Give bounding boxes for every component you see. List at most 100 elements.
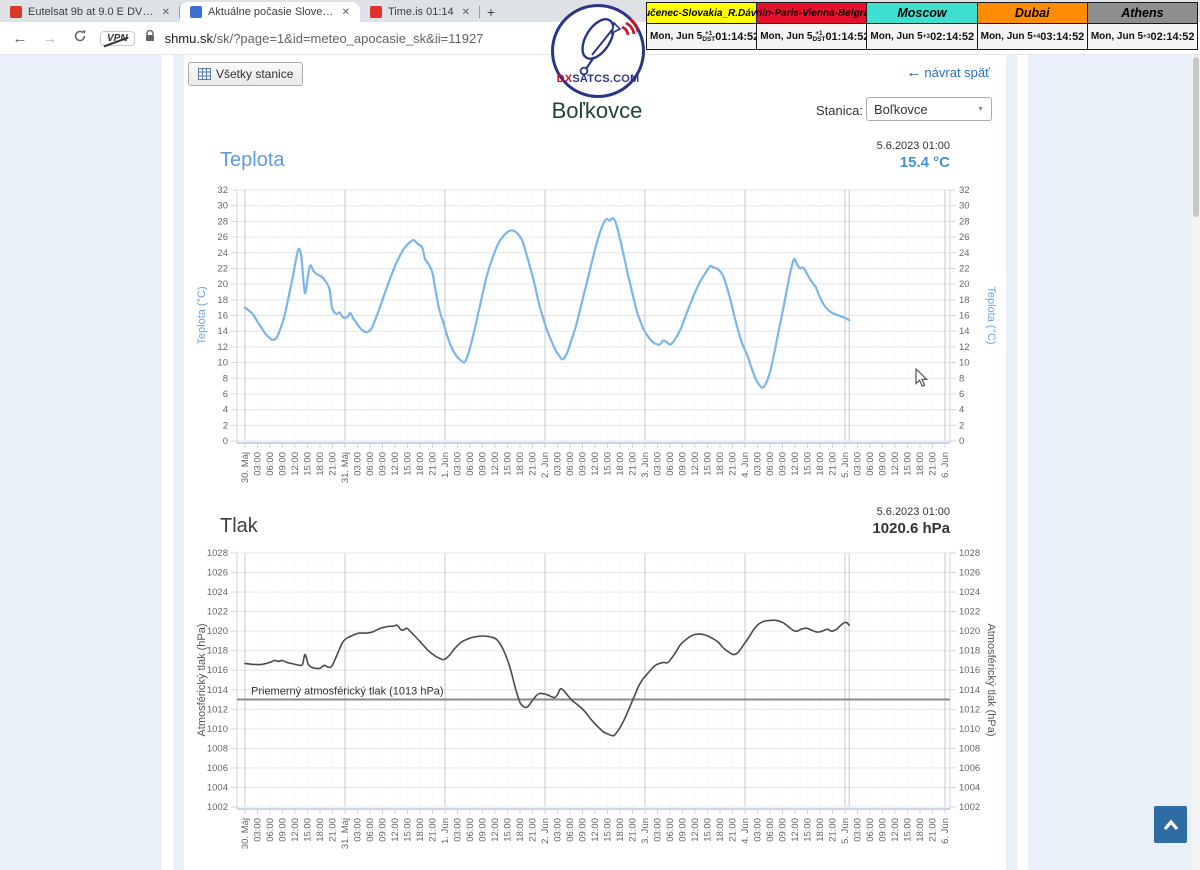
svg-text:5. Jún: 5. Jún (840, 818, 851, 844)
svg-text:1012: 1012 (959, 704, 980, 715)
clock-time: 02:14:52 (1150, 31, 1194, 43)
dxsatcs-logo[interactable]: DXSATCS.COM (551, 4, 645, 98)
address-bar[interactable]: shmu.sk/sk/?page=1&id=meteo_apocasie_sk&… (165, 31, 484, 46)
mouse-cursor (915, 368, 929, 393)
browser-scrollbar[interactable] (1192, 55, 1200, 870)
clock-cell[interactable]: Lučenec-Slovakia_R.DávidMon, Jun 5+1DST0… (647, 3, 757, 49)
svg-text:21:00: 21:00 (728, 452, 739, 476)
svg-text:06:00: 06:00 (365, 818, 376, 842)
url-host: shmu.sk (165, 31, 213, 46)
svg-text:Atmosférický tlak (hPa): Atmosférický tlak (hPa) (196, 623, 208, 736)
clock-cell[interactable]: Berlin-Paris-Vienna-BelgradeMon, Jun 5+1… (757, 3, 867, 49)
svg-text:06:00: 06:00 (765, 452, 776, 476)
svg-text:18:00: 18:00 (915, 818, 926, 842)
svg-text:21:00: 21:00 (828, 452, 839, 476)
clock-utc-offset: +1DST (812, 31, 825, 43)
clock-city: Dubai (978, 3, 1087, 24)
svg-text:09:00: 09:00 (478, 452, 489, 476)
svg-text:09:00: 09:00 (578, 818, 589, 842)
svg-text:09:00: 09:00 (878, 818, 889, 842)
svg-text:1010: 1010 (207, 724, 228, 735)
svg-text:6: 6 (223, 389, 228, 400)
clock-date: Mon, Jun 5 (760, 31, 812, 42)
svg-text:15:00: 15:00 (703, 452, 714, 476)
svg-text:06:00: 06:00 (365, 452, 376, 476)
clock-cell[interactable]: DubaiMon, Jun 5+403:14:52 (978, 3, 1088, 49)
svg-text:1020: 1020 (959, 626, 980, 637)
reload-icon[interactable] (70, 29, 90, 47)
svg-text:06:00: 06:00 (465, 452, 476, 476)
svg-text:1018: 1018 (207, 646, 228, 657)
svg-text:10: 10 (959, 358, 970, 369)
tab-close-icon[interactable]: ✕ (160, 7, 172, 18)
svg-text:09:00: 09:00 (778, 452, 789, 476)
all-stations-button[interactable]: Všetky stanice (188, 62, 303, 86)
back-link[interactable]: ←návrat späť (830, 64, 990, 81)
clock-utc-offset: +4 (1033, 34, 1040, 40)
svg-text:4: 4 (959, 405, 964, 416)
svg-text:Atmosférický tlak (hPa): Atmosférický tlak (hPa) (985, 623, 997, 736)
svg-text:15:00: 15:00 (803, 818, 814, 842)
temperature-timestamp: 5.6.2023 01:00 (730, 140, 950, 152)
svg-text:1002: 1002 (959, 802, 980, 813)
svg-text:5. Jún: 5. Jún (840, 452, 851, 478)
svg-text:03:00: 03:00 (453, 452, 464, 476)
svg-text:1002: 1002 (207, 802, 228, 813)
clock-time: 01:14:52 (715, 31, 759, 43)
svg-text:15:00: 15:00 (403, 452, 414, 476)
svg-text:1004: 1004 (207, 782, 228, 793)
temperature-chart[interactable]: 0022446688101012121414161618182020222224… (185, 180, 1010, 510)
browser-tab[interactable]: Time.is 01:14✕ (360, 2, 480, 22)
svg-text:12:00: 12:00 (890, 452, 901, 476)
vpn-extension-icon[interactable]: VPN (100, 31, 135, 46)
svg-text:8: 8 (223, 373, 228, 384)
clock-cell[interactable]: MoscowMon, Jun 5+302:14:52 (867, 3, 977, 49)
svg-text:4. Jún: 4. Jún (740, 818, 751, 844)
svg-text:1. Jún: 1. Jún (440, 818, 451, 844)
svg-text:03:00: 03:00 (853, 818, 864, 842)
svg-text:31. Máj: 31. Máj (340, 452, 351, 483)
svg-text:1022: 1022 (959, 607, 980, 618)
browser-tab[interactable]: Eutelsat 9b at 9.0 E DVB-S2-MIS Mi...✕ (0, 2, 180, 22)
svg-text:1028: 1028 (207, 548, 228, 559)
svg-text:06:00: 06:00 (565, 452, 576, 476)
tab-close-icon[interactable]: ✕ (340, 7, 352, 18)
svg-text:6. Jún: 6. Jún (940, 818, 951, 844)
right-gutter (1017, 55, 1028, 870)
station-select[interactable]: Boľkovce ▼ (866, 97, 992, 121)
svg-text:15:00: 15:00 (703, 818, 714, 842)
svg-text:1006: 1006 (959, 763, 980, 774)
svg-text:15:00: 15:00 (603, 452, 614, 476)
back-icon[interactable]: ← (10, 30, 30, 47)
new-tab-button[interactable]: + (480, 2, 502, 22)
svg-text:12:00: 12:00 (790, 818, 801, 842)
lock-icon[interactable] (145, 29, 155, 47)
svg-text:18:00: 18:00 (515, 818, 526, 842)
svg-text:16: 16 (217, 311, 228, 322)
svg-text:14: 14 (959, 326, 970, 337)
svg-text:03:00: 03:00 (353, 452, 364, 476)
weather-table-icon (190, 6, 202, 18)
svg-text:09:00: 09:00 (378, 452, 389, 476)
svg-text:26: 26 (959, 232, 970, 243)
scroll-to-top-button[interactable] (1154, 806, 1187, 843)
forward-icon[interactable]: → (40, 30, 60, 47)
clock-utc-offset: +1DST (702, 31, 715, 43)
svg-text:Teplota (°C): Teplota (°C) (985, 286, 997, 344)
browser-tab[interactable]: Aktuálne počasie Slovensko - tabuľ...✕ (180, 2, 360, 22)
svg-text:32: 32 (217, 185, 228, 196)
scrollbar-thumb[interactable] (1193, 57, 1199, 217)
clock-cell[interactable]: AthensMon, Jun 5+302:14:52 (1088, 3, 1197, 49)
pressure-chart[interactable]: 1002100210041004100610061008100810101010… (185, 545, 1010, 870)
svg-text:03:00: 03:00 (253, 818, 264, 842)
svg-text:6: 6 (959, 389, 964, 400)
svg-text:16: 16 (959, 311, 970, 322)
svg-text:18:00: 18:00 (915, 452, 926, 476)
tab-close-icon[interactable]: ✕ (460, 7, 472, 18)
svg-text:1024: 1024 (207, 587, 228, 598)
svg-text:1028: 1028 (959, 548, 980, 559)
svg-text:12:00: 12:00 (290, 818, 301, 842)
svg-text:18:00: 18:00 (315, 452, 326, 476)
svg-text:6. Jún: 6. Jún (940, 452, 951, 478)
svg-text:12:00: 12:00 (490, 818, 501, 842)
